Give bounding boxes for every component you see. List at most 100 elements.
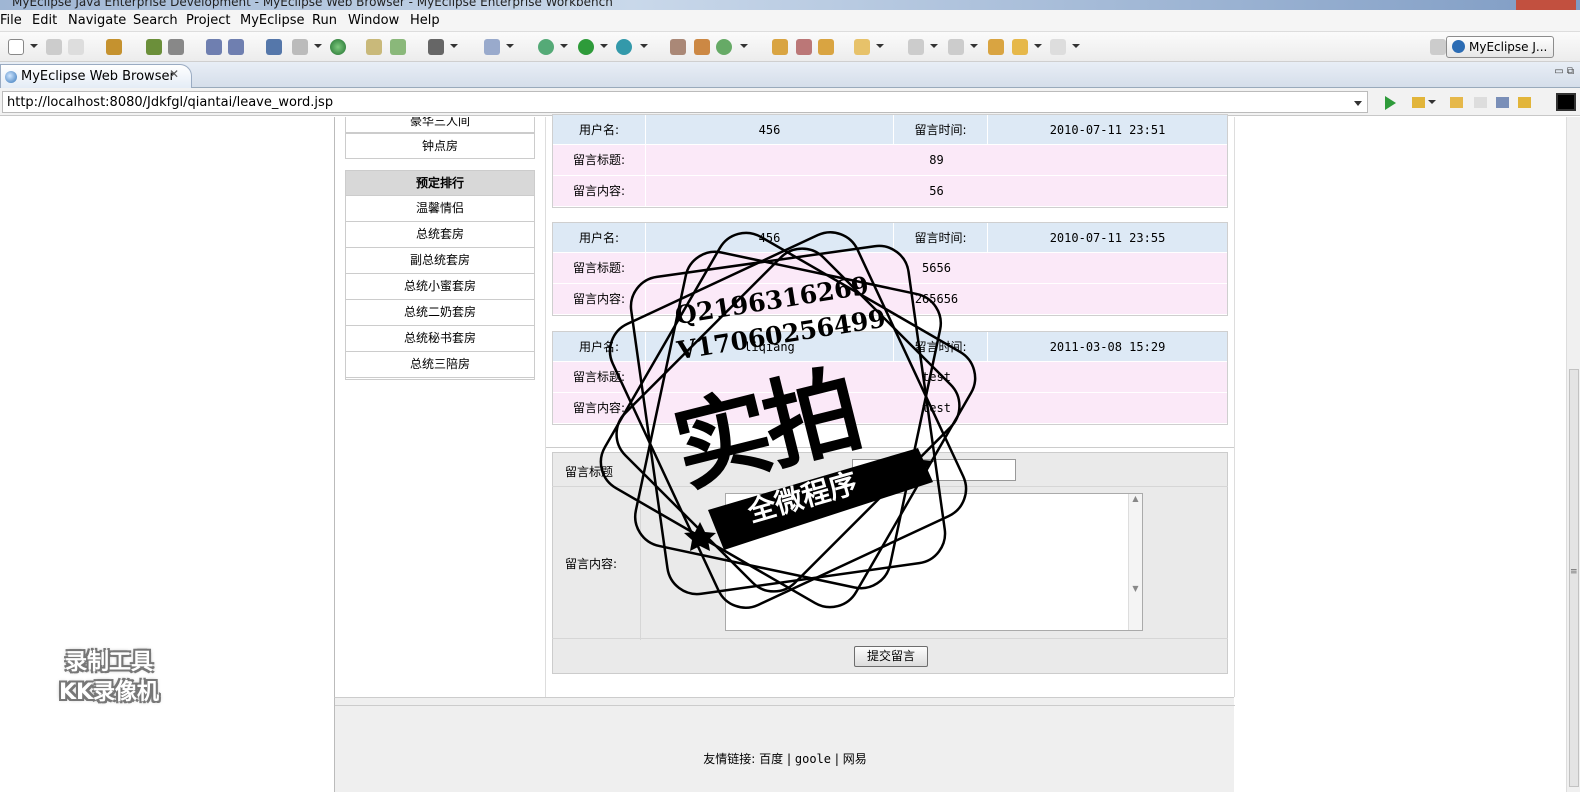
run-icon[interactable] xyxy=(578,39,594,55)
url-input[interactable]: http://localhost:8080/Jdkfgl/qiantai/lea… xyxy=(2,91,1368,113)
message-title-row: 留言标题: 89 xyxy=(553,145,1227,176)
browser-back-icon[interactable] xyxy=(1450,97,1463,108)
tab-label: MyEclipse Web Browser xyxy=(21,69,175,84)
camera-icon[interactable] xyxy=(428,39,444,55)
folder-icon[interactable] xyxy=(818,39,834,55)
new-icon[interactable] xyxy=(8,39,24,55)
back-dropdown-icon[interactable] xyxy=(1034,44,1042,48)
scrollbar-thumb[interactable] xyxy=(1569,369,1579,787)
annotation-dropdown-icon[interactable] xyxy=(930,44,938,48)
refresh-icon[interactable] xyxy=(390,39,406,55)
link-netease[interactable]: 网易 xyxy=(843,752,867,766)
new-class-icon[interactable] xyxy=(670,39,686,55)
page-icon[interactable] xyxy=(292,39,308,55)
recorder-line-1: 录制工具 xyxy=(64,650,153,675)
minimize-maximize-icon[interactable]: ▭ ⧉ xyxy=(1554,66,1574,77)
external-tools-icon[interactable] xyxy=(616,39,632,55)
edit2-icon[interactable] xyxy=(228,39,244,55)
open-icon[interactable] xyxy=(366,39,382,55)
server-icon[interactable] xyxy=(168,39,184,55)
ranking-item[interactable]: 总统套房 xyxy=(345,222,535,248)
page-scrollbar[interactable]: ≡ xyxy=(1566,117,1580,792)
link-baidu[interactable]: 百度 xyxy=(759,752,783,766)
new-package-dropdown-icon[interactable] xyxy=(740,44,748,48)
camera-dropdown-icon[interactable] xyxy=(450,44,458,48)
page-dropdown-icon[interactable] xyxy=(314,44,322,48)
ranking-item[interactable]: 总统秘书套房 xyxy=(345,326,535,352)
message-header-row: 用户名: 456 留言时间: 2010-07-11 23:51 xyxy=(553,115,1227,145)
content-value: 56 xyxy=(929,184,944,198)
folder-dropdown-icon[interactable] xyxy=(876,44,884,48)
bug-dropdown-icon[interactable] xyxy=(560,44,568,48)
ranking-item[interactable]: 总统小蜜套房 xyxy=(345,274,535,300)
new-package-icon[interactable] xyxy=(716,39,732,55)
window-dropdown-icon[interactable] xyxy=(506,44,514,48)
menu-search[interactable]: Search xyxy=(133,13,178,28)
ranking-item[interactable]: 副总统套房 xyxy=(345,248,535,274)
tab-web-browser[interactable]: MyEclipse Web Browser ✕ xyxy=(0,64,192,88)
title-value: 89 xyxy=(929,153,944,167)
menu-navigate[interactable]: Navigate xyxy=(68,13,126,28)
stop-icon[interactable] xyxy=(1496,97,1509,108)
close-window-button[interactable] xyxy=(1516,0,1576,10)
folder-open-icon[interactable] xyxy=(854,39,870,55)
menu-bar: File Edit Navigate Search Project MyEcli… xyxy=(0,10,1580,32)
globe-icon xyxy=(5,71,17,83)
deploy-icon[interactable] xyxy=(266,39,282,55)
friend-links-label: 友情链接: xyxy=(703,752,756,766)
ranking-item[interactable]: 总统三陪房 xyxy=(345,352,535,378)
favorites-dropdown-icon[interactable] xyxy=(1428,100,1436,104)
browser-url-bar: http://localhost:8080/Jdkfgl/qiantai/lea… xyxy=(0,88,1580,116)
textarea-scrollbar[interactable]: ▲ ▼ xyxy=(1128,494,1142,630)
reload-icon[interactable] xyxy=(1518,97,1531,108)
globe-icon[interactable] xyxy=(330,39,346,55)
menu-myeclipse[interactable]: MyEclipse xyxy=(240,13,305,28)
package-icon[interactable] xyxy=(106,39,122,55)
menu-edit[interactable]: Edit xyxy=(32,13,57,28)
console-icon[interactable] xyxy=(1556,93,1576,111)
forward-dropdown-icon[interactable] xyxy=(1072,44,1080,48)
ranking-item[interactable]: 总统二奶套房 xyxy=(345,300,535,326)
footer-divider xyxy=(335,705,1235,706)
user-label: 用户名: xyxy=(553,115,646,144)
pencil-icon[interactable] xyxy=(796,39,812,55)
go-icon[interactable] xyxy=(1385,96,1396,110)
save-icon[interactable] xyxy=(46,39,62,55)
forward-icon[interactable] xyxy=(1050,39,1066,55)
annotation-prev-icon[interactable] xyxy=(948,39,964,55)
new-interface-icon[interactable] xyxy=(694,39,710,55)
link-goole[interactable]: goole xyxy=(795,752,831,766)
sidebar-item-hourly-room[interactable]: 钟点房 xyxy=(345,133,535,159)
menu-project[interactable]: Project xyxy=(186,13,230,28)
external-dropdown-icon[interactable] xyxy=(640,44,648,48)
favorites-icon[interactable] xyxy=(1412,97,1425,108)
run-dropdown-icon[interactable] xyxy=(600,44,608,48)
annotation-next-icon[interactable] xyxy=(908,39,924,55)
menu-window[interactable]: Window xyxy=(348,13,399,28)
menu-run[interactable]: Run xyxy=(312,13,337,28)
close-icon[interactable]: ✕ xyxy=(169,67,179,81)
new-dropdown-icon[interactable] xyxy=(30,44,38,48)
time-value: 2010-07-11 23:51 xyxy=(1049,123,1166,137)
last-edit-icon[interactable] xyxy=(988,39,1004,55)
menu-file[interactable]: File xyxy=(0,13,22,28)
back-icon[interactable] xyxy=(1012,39,1028,55)
bug-icon[interactable] xyxy=(538,39,554,55)
link-separator: | xyxy=(787,752,792,766)
save-all-icon[interactable] xyxy=(68,39,84,55)
annotation-prev-dropdown-icon[interactable] xyxy=(970,44,978,48)
sidebar-item-triple-room[interactable]: 豪华三人间 xyxy=(345,117,535,133)
open-type-icon[interactable] xyxy=(772,39,788,55)
left-border xyxy=(334,117,335,792)
submit-message-button[interactable]: 提交留言 xyxy=(854,646,928,667)
ranking-title: 预定排行 xyxy=(345,170,535,196)
open-perspective-icon[interactable] xyxy=(1430,39,1446,55)
debug-server-icon[interactable] xyxy=(146,39,162,55)
url-history-dropdown-icon[interactable] xyxy=(1354,101,1362,106)
browser-forward-icon[interactable] xyxy=(1474,97,1487,108)
perspective-button[interactable]: MyEclipse J... xyxy=(1446,36,1554,58)
edit-icon[interactable] xyxy=(206,39,222,55)
menu-help[interactable]: Help xyxy=(410,13,440,28)
window-icon[interactable] xyxy=(484,39,500,55)
ranking-item[interactable]: 温馨情侣 xyxy=(345,196,535,222)
